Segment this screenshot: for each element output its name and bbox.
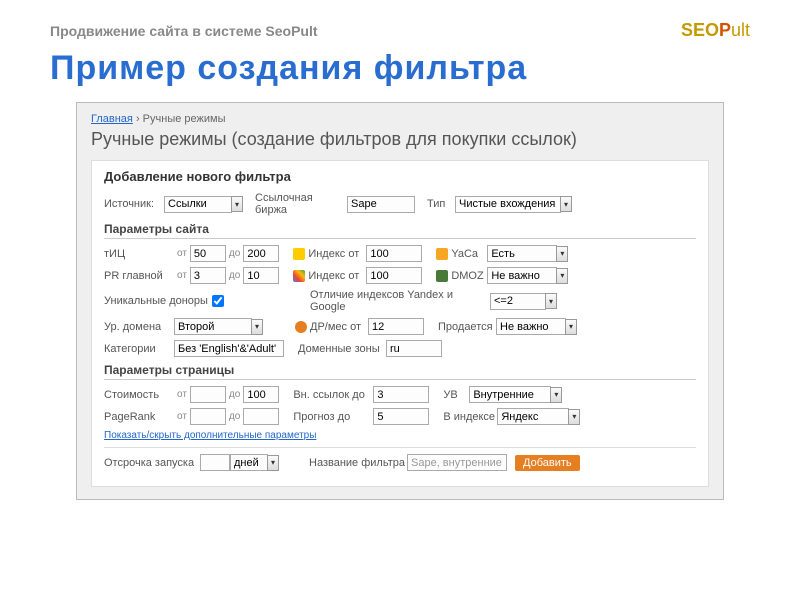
uv-label: УВ bbox=[443, 389, 469, 401]
screenshot-panel: Главная › Ручные режимы Ручные режимы (с… bbox=[76, 102, 724, 500]
cost-from-input[interactable] bbox=[190, 386, 226, 403]
dmoz-icon bbox=[436, 270, 448, 282]
tic-from-input[interactable] bbox=[190, 245, 226, 262]
ya-index-input[interactable] bbox=[366, 245, 422, 262]
dmoz-label: DMOZ bbox=[451, 270, 487, 282]
delay-input[interactable] bbox=[200, 454, 230, 471]
chevron-down-icon[interactable]: ▾ bbox=[556, 268, 568, 284]
yaca-icon bbox=[436, 248, 448, 260]
categories-input[interactable] bbox=[174, 340, 284, 357]
g-index-input[interactable] bbox=[366, 267, 422, 284]
tic-to-input[interactable] bbox=[243, 245, 279, 262]
cost-label: Стоимость bbox=[104, 389, 174, 401]
filter-name-input[interactable] bbox=[407, 454, 507, 471]
tic-label: тИЦ bbox=[104, 248, 174, 260]
chevron-down-icon[interactable]: ▾ bbox=[565, 319, 577, 335]
sale-select[interactable] bbox=[496, 318, 566, 335]
type-select[interactable] bbox=[455, 196, 561, 213]
chevron-down-icon[interactable]: ▾ bbox=[560, 196, 572, 212]
index-diff-label: Отличие индексов Yandex и Google bbox=[310, 289, 490, 313]
source-select[interactable] bbox=[164, 196, 232, 213]
dmoz-select[interactable] bbox=[487, 267, 557, 284]
unique-donors-checkbox[interactable] bbox=[212, 295, 224, 307]
cost-to-input[interactable] bbox=[243, 386, 279, 403]
form-title: Добавление нового фильтра bbox=[104, 169, 696, 184]
inindex-label: В индексе bbox=[443, 411, 497, 423]
sale-label: Продается bbox=[438, 321, 496, 333]
chevron-down-icon[interactable]: ▾ bbox=[231, 196, 243, 212]
forecast-input[interactable] bbox=[373, 408, 429, 425]
exchange-label: Ссылочная биржа bbox=[255, 192, 347, 216]
ya-index-label: Индекс от bbox=[308, 248, 366, 260]
google-icon bbox=[293, 270, 305, 282]
source-label: Источник: bbox=[104, 198, 164, 210]
ext-links-label: Вн. ссылок до bbox=[293, 389, 373, 401]
delay-label: Отсрочка запуска bbox=[104, 457, 200, 469]
pagerank-to-input[interactable] bbox=[243, 408, 279, 425]
breadcrumb-current: Ручные режимы bbox=[143, 113, 226, 125]
exchange-input[interactable] bbox=[347, 196, 415, 213]
index-diff-select[interactable] bbox=[490, 293, 546, 310]
breadcrumb: Главная › Ручные режимы bbox=[91, 113, 709, 125]
domain-level-select[interactable] bbox=[174, 318, 252, 335]
domain-age-label: ДР/мес от bbox=[310, 321, 368, 333]
unique-donors-label: Уникальные доноры bbox=[104, 295, 212, 307]
categories-label: Категории bbox=[104, 343, 174, 355]
clock-icon bbox=[295, 321, 307, 333]
domain-zones-input[interactable] bbox=[386, 340, 442, 357]
domain-level-label: Ур. домена bbox=[104, 321, 174, 333]
chevron-down-icon[interactable]: ▾ bbox=[267, 455, 279, 471]
add-button[interactable]: Добавить bbox=[515, 455, 580, 471]
delay-unit-select[interactable] bbox=[230, 454, 268, 471]
chevron-down-icon[interactable]: ▾ bbox=[251, 319, 263, 335]
forecast-label: Прогноз до bbox=[293, 411, 373, 423]
toggle-advanced-link[interactable]: Показать/скрыть дополнительные параметры bbox=[104, 430, 316, 441]
chevron-down-icon[interactable]: ▾ bbox=[568, 409, 580, 425]
ext-links-input[interactable] bbox=[373, 386, 429, 403]
slide-subtitle: Продвижение сайта в системе SeoPult bbox=[50, 23, 318, 39]
pagerank-label: PageRank bbox=[104, 411, 174, 423]
domain-age-input[interactable] bbox=[368, 318, 424, 335]
site-params-heading: Параметры сайта bbox=[104, 222, 696, 239]
pr-to-input[interactable] bbox=[243, 267, 279, 284]
seopult-logo: SEOPult bbox=[681, 20, 750, 41]
chevron-down-icon[interactable]: ▾ bbox=[545, 293, 557, 309]
page-params-heading: Параметры страницы bbox=[104, 363, 696, 380]
uv-select[interactable] bbox=[469, 386, 551, 403]
pr-main-label: PR главной bbox=[104, 270, 174, 282]
domain-zones-label: Доменные зоны bbox=[298, 343, 386, 355]
inindex-select[interactable] bbox=[497, 408, 569, 425]
slide-title: Пример создания фильтра bbox=[50, 49, 750, 88]
filter-form: Добавление нового фильтра Источник: ▾ Сс… bbox=[91, 160, 709, 487]
g-index-label: Индекс от bbox=[308, 270, 366, 282]
chevron-down-icon[interactable]: ▾ bbox=[550, 387, 562, 403]
breadcrumb-home[interactable]: Главная bbox=[91, 113, 133, 125]
filter-name-label: Название фильтра bbox=[309, 457, 407, 469]
pagerank-from-input[interactable] bbox=[190, 408, 226, 425]
yaca-label: YaCa bbox=[451, 248, 487, 260]
pr-from-input[interactable] bbox=[190, 267, 226, 284]
page-heading: Ручные режимы (создание фильтров для пок… bbox=[91, 129, 709, 150]
yaca-select[interactable] bbox=[487, 245, 557, 262]
yandex-icon bbox=[293, 248, 305, 260]
chevron-down-icon[interactable]: ▾ bbox=[556, 246, 568, 262]
type-label: Тип bbox=[427, 198, 455, 210]
